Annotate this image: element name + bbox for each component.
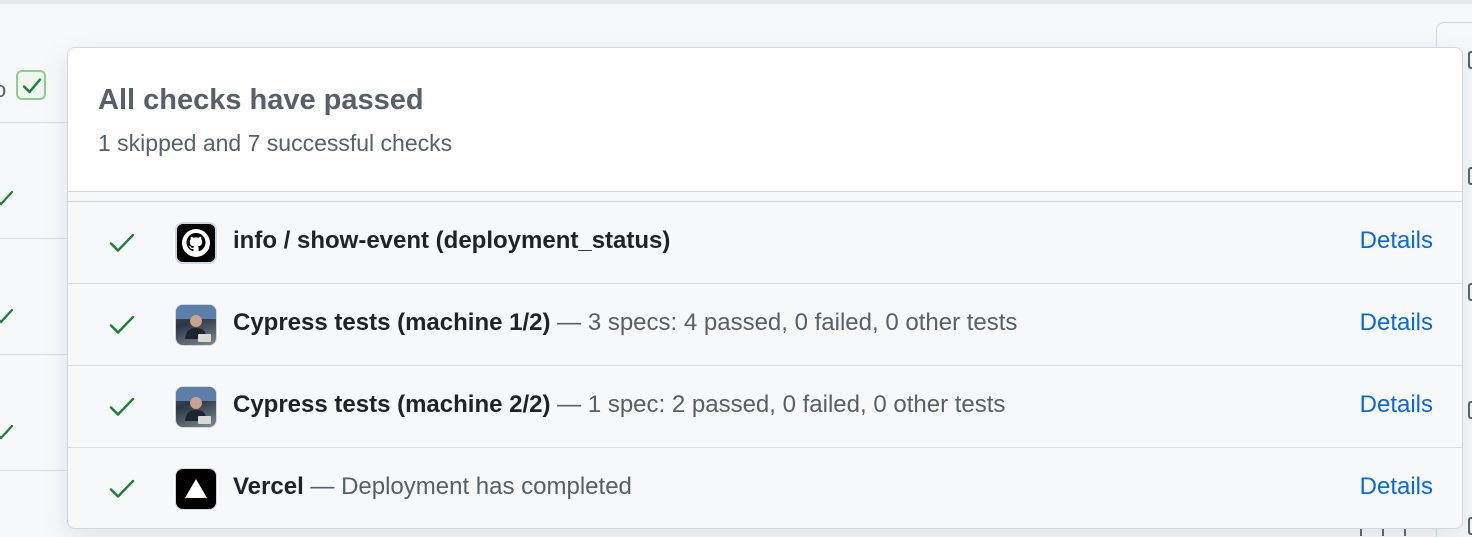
check-icon [109,233,135,252]
checks-popover: All checks have passed 1 skipped and 7 s… [67,47,1463,529]
check-row[interactable]: Cypress tests (machine 2/2) — 1 spec: 2 … [68,366,1462,448]
check-icon [0,424,14,440]
check-icon [109,315,135,334]
check-icon [22,78,42,94]
user-avatar [175,304,217,346]
check-name: Cypress tests (machine 1/2) [233,309,551,336]
check-label: Vercel — Deployment has completed [233,473,632,501]
check-name: Vercel [233,473,304,500]
copy-icon[interactable] [1468,283,1472,301]
popover-header: All checks have passed 1 skipped and 7 s… [68,48,1462,192]
copy-icon[interactable] [1468,51,1472,69]
truncated-icons [1360,528,1420,536]
check-name: info / show-event (deployment_status) [233,227,671,254]
check-name: Cypress tests (machine 2/2) [233,391,551,418]
check-row[interactable]: Vercel — Deployment has completed Detail… [68,448,1462,528]
check-row[interactable]: info / show-event (deployment_status) De… [68,202,1462,284]
row-divider [0,354,70,355]
copy-icon[interactable] [1468,517,1472,535]
background-commit-list: o [0,4,70,536]
status-check-button[interactable] [16,70,46,100]
check-icon [109,397,135,416]
details-link[interactable]: Details [1360,227,1433,255]
divider [68,192,1462,202]
details-link[interactable]: Details [1360,473,1433,501]
user-avatar [175,386,217,428]
check-label: Cypress tests (machine 1/2) — 3 specs: 4… [233,309,1017,337]
vercel-icon [175,468,217,510]
page-top-border [0,0,1472,4]
check-label: info / show-event (deployment_status) [233,227,670,255]
details-link[interactable]: Details [1360,309,1433,337]
truncated-text: o [0,77,7,102]
copy-icon[interactable] [1468,167,1472,185]
row-divider [0,238,70,239]
check-description: — 3 specs: 4 passed, 0 failed, 0 other t… [550,309,1018,336]
popover-subtitle: 1 skipped and 7 successful checks [98,130,453,156]
details-link[interactable]: Details [1360,391,1433,419]
copy-icon[interactable] [1468,401,1472,419]
check-icon [0,308,14,324]
check-list: info / show-event (deployment_status) De… [68,202,1462,528]
popover-title: All checks have passed [98,84,424,116]
check-row[interactable]: Cypress tests (machine 1/2) — 3 specs: 4… [68,284,1462,366]
row-divider [0,470,70,471]
check-icon [109,479,135,498]
github-icon [175,222,217,264]
check-description: — 1 spec: 2 passed, 0 failed, 0 other te… [550,391,1006,418]
check-label: Cypress tests (machine 2/2) — 1 spec: 2 … [233,391,1005,419]
row-divider [0,122,70,123]
check-description: — Deployment has completed [303,473,632,500]
check-icon [0,190,14,206]
